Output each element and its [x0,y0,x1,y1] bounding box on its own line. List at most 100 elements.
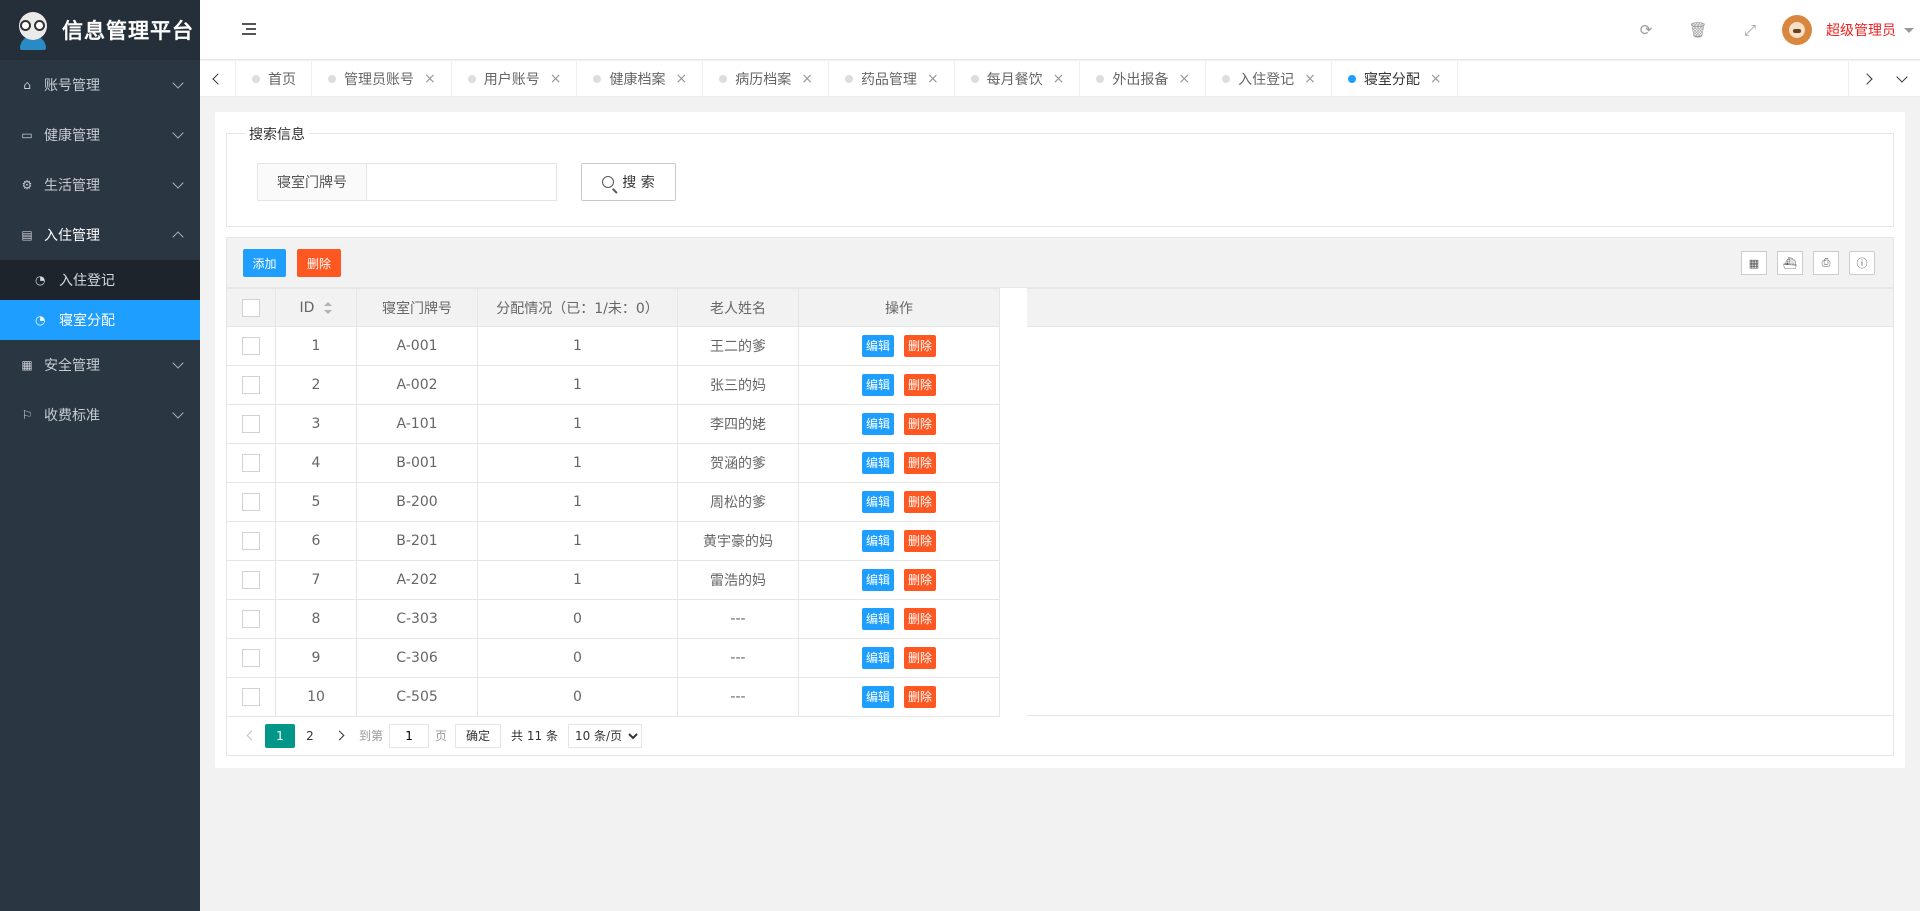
row-delete-button[interactable]: 删除 [904,686,936,708]
row-checkbox[interactable] [242,376,260,394]
edit-button[interactable]: 编辑 [862,491,894,513]
close-icon[interactable]: × [1430,71,1442,87]
submenu-item-checkin-register[interactable]: ◔ 入住登记 [0,260,200,300]
print-icon[interactable]: ⎙ [1813,251,1839,275]
row-checkbox[interactable] [242,415,260,433]
table-row: 5 B-200 1 周松的爹 编辑 删除 [226,482,1000,522]
close-icon[interactable]: × [927,71,939,87]
close-icon[interactable]: × [550,71,562,87]
tab-scroll-left[interactable] [200,61,236,97]
tab-checkin[interactable]: 入住登记 × [1206,61,1332,96]
add-button[interactable]: 添加 [243,249,286,277]
close-icon[interactable]: × [801,71,813,87]
room-number-input[interactable] [367,163,557,201]
close-icon[interactable]: × [1053,71,1065,87]
edit-button[interactable]: 编辑 [862,569,894,591]
edit-button[interactable]: 编辑 [862,686,894,708]
menu-toggle-icon[interactable] [242,23,256,35]
tab-home[interactable]: 首页 [236,61,312,96]
menu-account[interactable]: ⌂ 账号管理 [0,60,200,110]
edit-button[interactable]: 编辑 [862,374,894,396]
columns-icon[interactable]: ▦ [1741,251,1767,275]
page-1[interactable]: 1 [265,723,295,748]
cell-id: 7 [275,560,357,600]
submenu-label: 寝室分配 [59,313,115,329]
chevron-down-icon [172,407,184,419]
tab-user-accounts[interactable]: 用户账号 × [452,61,578,96]
edit-button[interactable]: 编辑 [862,647,894,669]
sort-icon[interactable] [324,301,333,314]
menu-checkin[interactable]: ▤ 入住管理 [0,210,200,260]
row-checkbox[interactable] [242,337,260,355]
menu-fees[interactable]: ⚐ 收费标准 [0,390,200,440]
tab-label: 管理员账号 [344,72,414,88]
avatar[interactable] [1782,15,1812,45]
close-icon[interactable]: × [1178,71,1190,87]
row-delete-button[interactable]: 删除 [904,413,936,435]
fullscreen-icon[interactable]: ⤢ [1724,21,1776,39]
close-icon[interactable]: × [675,71,687,87]
next-page[interactable] [325,724,353,748]
cell-status: 1 [477,326,678,366]
row-checkbox[interactable] [242,493,260,511]
edit-button[interactable]: 编辑 [862,413,894,435]
caret-down-icon[interactable] [1904,27,1914,33]
tab-dropdown[interactable] [1884,61,1920,97]
dot-icon [719,75,728,83]
row-delete-button[interactable]: 删除 [904,491,936,513]
row-delete-button[interactable]: 删除 [904,608,936,630]
tab-outing[interactable]: 外出报备 × [1080,61,1207,96]
info-icon[interactable]: ⓘ [1849,251,1875,275]
delete-button[interactable]: 删除 [297,249,341,277]
row-checkbox[interactable] [242,649,260,667]
col-id[interactable]: ID [275,288,357,327]
row-delete-button[interactable]: 删除 [904,335,936,357]
row-checkbox[interactable] [242,688,260,706]
row-checkbox[interactable] [242,454,260,472]
export-icon[interactable]: ⛴ [1777,251,1803,275]
tab-medicine[interactable]: 药品管理 × [829,61,955,96]
cell-actions: 编辑 删除 [798,677,1000,717]
col-actions: 操作 [798,288,1000,327]
row-checkbox[interactable] [242,532,260,550]
row-delete-button[interactable]: 删除 [904,569,936,591]
select-all-checkbox[interactable] [242,298,260,317]
edit-button[interactable]: 编辑 [862,335,894,357]
row-checkbox[interactable] [242,571,260,589]
tab-label: 病历档案 [735,72,792,88]
tab-scroll-right[interactable] [1848,61,1884,97]
menu-life[interactable]: ⚙ 生活管理 [0,160,200,210]
chevron-down-icon [172,77,184,89]
tab-medical-records[interactable]: 病历档案 × [703,61,829,96]
menu-health[interactable]: ▭ 健康管理 [0,110,200,160]
close-icon[interactable]: × [424,71,436,87]
goto-page-input[interactable] [389,723,430,748]
page-2[interactable]: 2 [295,724,325,748]
cell-id: 5 [275,482,357,522]
prev-page[interactable] [237,724,265,748]
tab-meals[interactable]: 每月餐饮 × [955,61,1081,96]
row-delete-button[interactable]: 删除 [904,374,936,396]
row-delete-button[interactable]: 删除 [904,647,936,669]
menu-security[interactable]: ▦ 安全管理 [0,340,200,390]
tab-health-records[interactable]: 健康档案 × [577,61,704,96]
search-button[interactable]: 搜 索 [581,163,676,201]
row-checkbox[interactable] [242,610,260,628]
tab-dorm-assign[interactable]: 寝室分配 × [1332,61,1458,96]
page-size-select[interactable]: 10 条/页 [567,723,642,748]
row-delete-button[interactable]: 删除 [904,452,936,474]
close-icon[interactable]: × [1304,71,1316,87]
goto-confirm-button[interactable]: 确定 [455,723,502,748]
submenu-item-dorm-assign[interactable]: ◔ 寝室分配 [0,300,200,340]
app-title: 信息管理平台 [62,19,194,43]
dot-icon [467,75,476,83]
tab-admin-accounts[interactable]: 管理员账号 × [312,61,452,96]
edit-button[interactable]: 编辑 [862,530,894,552]
table-row: 8 C-303 0 --- 编辑 删除 [226,599,1000,639]
username[interactable]: 超级管理员 [1826,20,1900,40]
row-delete-button[interactable]: 删除 [904,530,936,552]
trash-icon[interactable]: 🗑 [1672,21,1724,39]
refresh-icon[interactable]: ⟳ [1620,21,1672,39]
edit-button[interactable]: 编辑 [862,608,894,630]
edit-button[interactable]: 编辑 [862,452,894,474]
